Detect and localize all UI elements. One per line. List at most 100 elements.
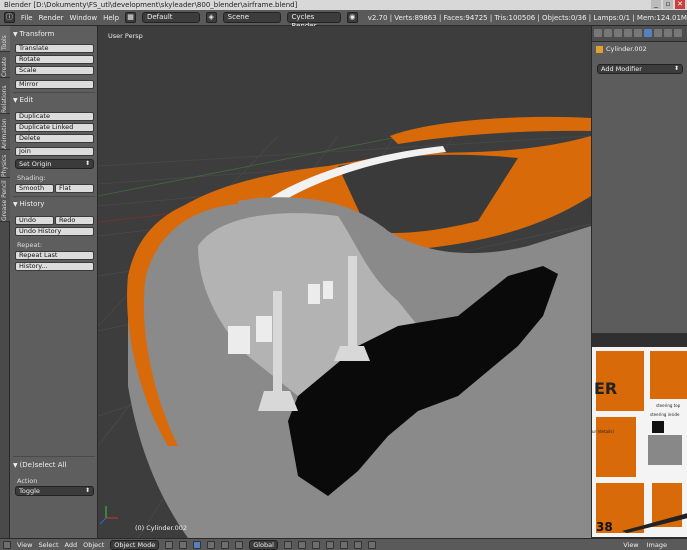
- world-tab-icon[interactable]: [614, 29, 622, 37]
- add-modifier-dropdown[interactable]: Add Modifier: [597, 64, 683, 74]
- 3d-viewport[interactable]: User Persp (0) Cylinder.002: [98, 26, 591, 538]
- scale-button[interactable]: Scale: [15, 66, 94, 75]
- set-origin-dropdown[interactable]: Set Origin: [15, 159, 94, 169]
- texture-big-letters: ER: [594, 379, 618, 398]
- layer-icon[interactable]: [325, 540, 334, 549]
- delete-button[interactable]: Delete: [15, 134, 94, 143]
- render-engine-dropdown[interactable]: Cycles Render: [286, 12, 341, 30]
- close-button[interactable]: ✕: [675, 0, 685, 9]
- redo-button[interactable]: Redo: [55, 216, 94, 225]
- object-breadcrumb: Cylinder.002: [596, 45, 647, 53]
- smooth-button[interactable]: Smooth: [15, 184, 54, 193]
- lock-icon[interactable]: [339, 540, 348, 549]
- operator-panel-title[interactable]: (De)select All: [13, 461, 67, 469]
- layer-icon[interactable]: [297, 540, 306, 549]
- layer-icon[interactable]: [311, 540, 320, 549]
- scene-icon[interactable]: ◈: [205, 12, 217, 23]
- constraints-tab-icon[interactable]: [634, 29, 642, 37]
- divider: [13, 196, 95, 197]
- layer-icon[interactable]: [283, 540, 292, 549]
- menu-image[interactable]: Image: [647, 541, 667, 549]
- mesh-object-icon: [596, 45, 603, 53]
- texture-tab-icon[interactable]: [674, 29, 682, 37]
- duplicate-button[interactable]: Duplicate: [15, 112, 94, 121]
- screen-layout-dropdown[interactable]: Default: [141, 12, 200, 23]
- blender-logo-icon: ◉: [346, 12, 358, 23]
- render-icon[interactable]: [367, 540, 376, 549]
- action-dropdown[interactable]: Toggle: [15, 486, 94, 496]
- divider: [13, 92, 95, 93]
- history-panel-title[interactable]: History: [13, 200, 45, 208]
- texture-label-steering-top: steering top: [656, 403, 681, 408]
- tab-create[interactable]: Create: [0, 52, 10, 78]
- menu-file[interactable]: File: [21, 14, 33, 22]
- join-button[interactable]: Join: [15, 147, 94, 156]
- menu-help[interactable]: Help: [103, 14, 119, 22]
- menu-render[interactable]: Render: [39, 14, 64, 22]
- control-stick-right: [348, 256, 357, 351]
- info-header: ⓘ File Render Window Help ▦ Default ◈ Sc…: [0, 10, 687, 30]
- texture-label-details: ur (details): [592, 429, 614, 434]
- window-title: Blender [D:\Dokumenty\FS_utl\development…: [4, 1, 298, 9]
- orientation-dropdown[interactable]: Global: [249, 539, 278, 550]
- scene-tab-icon[interactable]: [604, 29, 612, 37]
- scene-dropdown[interactable]: Scene: [222, 12, 281, 23]
- screen-layout-icon[interactable]: ▦: [125, 12, 136, 23]
- render-tab-icon[interactable]: [594, 29, 602, 37]
- pedal-right-2: [323, 281, 333, 299]
- object-tab-icon[interactable]: [624, 29, 632, 37]
- material-tab-icon[interactable]: [664, 29, 672, 37]
- menu-view[interactable]: View: [17, 541, 32, 549]
- history-button[interactable]: History...: [15, 262, 94, 271]
- divider: [13, 456, 95, 457]
- tab-relations[interactable]: Relations: [0, 78, 10, 114]
- pedal-left-1: [228, 326, 250, 354]
- tab-tools[interactable]: Tools: [0, 26, 10, 52]
- tab-physics[interactable]: Physics: [0, 150, 10, 178]
- properties-editor: Cylinder.002 Add Modifier: [591, 26, 687, 333]
- image-editor[interactable]: ER steering top steering inside ur (deta…: [591, 333, 687, 538]
- modifiers-tab-icon[interactable]: [644, 29, 652, 37]
- flat-button[interactable]: Flat: [55, 184, 94, 193]
- repeat-label: Repeat:: [17, 241, 43, 249]
- undo-button[interactable]: Undo: [15, 216, 54, 225]
- view-label: User Persp: [108, 32, 143, 40]
- snap-icon[interactable]: [353, 540, 362, 549]
- texture-label-steering-inside: steering inside: [650, 412, 680, 417]
- duplicate-linked-button[interactable]: Duplicate Linked: [15, 123, 94, 132]
- tab-animation[interactable]: Animation: [0, 114, 10, 150]
- shading-icon[interactable]: [165, 540, 174, 549]
- menu-object[interactable]: Object: [83, 541, 104, 549]
- mirror-button[interactable]: Mirror: [15, 80, 94, 89]
- menu-image-view[interactable]: View: [623, 541, 638, 549]
- menu-window[interactable]: Window: [70, 14, 98, 22]
- tool-shelf: Transform Translate Rotate Scale Mirror …: [10, 26, 98, 538]
- pivot-icon[interactable]: [179, 540, 188, 549]
- scale-manipulator-icon[interactable]: [235, 540, 244, 549]
- tool-tabs: Tools Create Relations Animation Physics…: [0, 26, 10, 546]
- editor-type-icon[interactable]: [3, 540, 11, 549]
- translate-manipulator-icon[interactable]: [207, 540, 216, 549]
- data-tab-icon[interactable]: [654, 29, 662, 37]
- maximize-button[interactable]: ▫: [663, 0, 673, 9]
- pedal-left-2: [256, 316, 272, 342]
- manipulator-icon[interactable]: [193, 540, 202, 549]
- rotate-manipulator-icon[interactable]: [221, 540, 230, 549]
- transform-panel-title[interactable]: Transform: [13, 30, 55, 38]
- menu-add[interactable]: Add: [65, 541, 78, 549]
- editor-type-icon[interactable]: ⓘ: [4, 12, 15, 23]
- undo-history-button[interactable]: Undo History: [15, 227, 94, 236]
- mode-dropdown[interactable]: Object Mode: [110, 539, 160, 550]
- rotate-button[interactable]: Rotate: [15, 55, 94, 64]
- pedal-right-1: [308, 284, 320, 304]
- repeat-last-button[interactable]: Repeat Last: [15, 251, 94, 260]
- tab-grease-pencil[interactable]: Grease Pencil: [0, 178, 10, 222]
- minimize-button[interactable]: _: [651, 0, 661, 9]
- active-object-label: (0) Cylinder.002: [135, 524, 188, 532]
- stick-base-right: [334, 346, 370, 361]
- axis-widget: [99, 506, 118, 525]
- translate-button[interactable]: Translate: [15, 44, 94, 53]
- window-title-bar: Blender [D:\Dokumenty\FS_utl\development…: [0, 0, 687, 10]
- menu-select[interactable]: Select: [38, 541, 58, 549]
- edit-panel-title[interactable]: Edit: [13, 96, 34, 104]
